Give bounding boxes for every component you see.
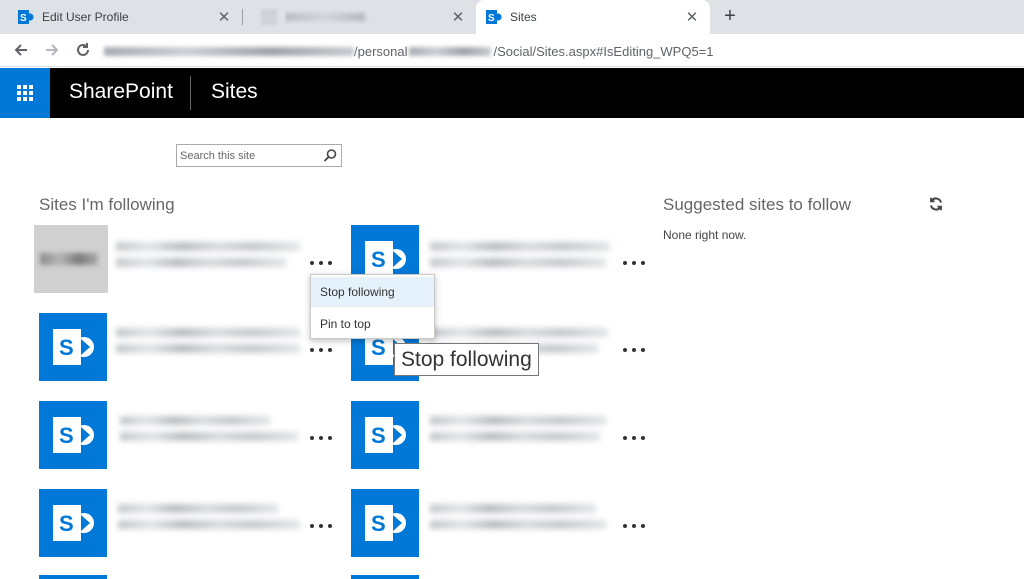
site-title-blurred[interactable] [116,242,300,288]
suite-bar: SharePoint Sites [0,68,1024,118]
close-tab-icon[interactable]: ✕ [682,7,702,27]
tooltip: Stop following [394,343,539,376]
site-more-options-button[interactable] [621,343,647,357]
sharepoint-site-icon[interactable]: S [39,489,107,557]
url-text: /personal [354,43,408,59]
following-heading: Sites I'm following [39,195,175,214]
site-title-blurred[interactable] [430,416,606,462]
site-more-options-button[interactable] [308,256,334,270]
sharepoint-site-icon[interactable]: S [39,401,107,469]
svg-text:S: S [59,423,74,448]
arrow-right-icon [46,44,59,56]
sharepoint-site-icon[interactable] [351,575,419,579]
suite-title-link[interactable]: Sites [211,80,258,104]
blurred-tab-title [285,13,365,21]
search-icon[interactable] [323,148,338,163]
refresh-icon[interactable] [928,196,944,212]
search-box [176,144,342,167]
menu-item-stop-following[interactable]: Stop following [311,277,434,307]
suggested-heading: Suggested sites to follow [663,195,852,214]
site-logo-blurred[interactable] [34,225,108,293]
svg-text:S: S [488,13,495,24]
sharepoint-site-icon[interactable]: S [351,489,419,557]
browser-toolbar: /personal /Social/Sites.aspx#IsEditing_W… [0,34,1024,67]
site-more-options-button[interactable] [308,519,334,533]
arrow-left-icon [14,44,27,56]
site-more-options-button[interactable] [621,256,647,270]
tab-title [285,10,448,24]
blurred-favicon-icon [261,9,277,25]
site-more-options-button[interactable] [621,431,647,445]
tab-blurred[interactable]: ✕ [243,0,476,34]
forward-button[interactable] [40,38,64,62]
svg-text:S: S [371,511,386,536]
site-more-options-button[interactable] [621,519,647,533]
site-title-blurred[interactable] [118,504,300,550]
site-context-menu: Stop following Pin to top [310,274,435,339]
blurred-url-segment [409,46,492,56]
reload-button[interactable] [71,38,95,62]
site-more-options-button[interactable] [308,343,334,357]
browser-tab-strip: S Edit User Profile ✕ ✕ S Sites ✕ + [0,0,1024,34]
suite-divider [190,76,191,110]
site-more-options-button[interactable] [308,431,334,445]
svg-text:S: S [371,247,386,272]
sharepoint-site-icon[interactable]: S [39,313,107,381]
suggested-empty-text: None right now. [663,228,747,242]
blurred-url-host [104,46,354,56]
sharepoint-favicon-icon: S [486,10,502,24]
menu-item-pin-to-top[interactable]: Pin to top [311,309,434,339]
sharepoint-brand-link[interactable]: SharePoint [69,80,173,104]
tab-sites[interactable]: S Sites ✕ [476,0,710,34]
sharepoint-favicon-icon: S [18,10,34,24]
tab-title: Edit User Profile [42,10,129,24]
svg-text:S: S [59,335,74,360]
app-launcher-icon[interactable] [0,68,50,118]
back-button[interactable] [9,38,33,62]
url-text-path: /Social/Sites.aspx#IsEditing_WPQ5=1 [493,43,714,59]
close-tab-icon[interactable]: ✕ [214,7,234,27]
site-title-blurred[interactable] [116,328,300,374]
site-title-blurred[interactable] [430,242,610,288]
reload-icon [77,43,89,56]
svg-text:S: S [59,511,74,536]
site-title-blurred[interactable] [120,416,298,462]
address-bar[interactable]: /personal /Social/Sites.aspx#IsEditing_W… [104,38,1016,64]
search-input[interactable] [180,147,318,164]
site-title-blurred[interactable] [430,504,606,550]
tab-title: Sites [510,10,537,24]
new-tab-button[interactable]: + [718,5,742,29]
sharepoint-site-icon[interactable]: S [351,401,419,469]
tab-edit-user-profile[interactable]: S Edit User Profile ✕ [0,0,242,34]
svg-text:S: S [20,13,27,24]
sharepoint-site-icon[interactable] [39,575,107,579]
close-tab-icon[interactable]: ✕ [448,7,468,27]
svg-text:S: S [371,423,386,448]
